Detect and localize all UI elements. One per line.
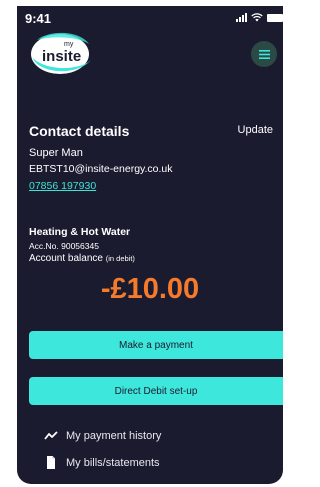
balance-label-text: Account balance — [29, 253, 103, 264]
logo-small-text: my — [64, 41, 74, 48]
document-icon — [47, 456, 55, 469]
update-link[interactable]: Update — [238, 124, 273, 136]
app-screen: 9:41 my insite Contact details Update Su… — [17, 6, 283, 484]
payment-history-link[interactable]: My payment history — [44, 429, 161, 442]
contact-phone-link[interactable]: 07856 197930 — [29, 180, 96, 192]
account-number: Acc.No. 90056345 — [29, 241, 99, 251]
status-icons — [236, 13, 283, 22]
account-title: Heating & Hot Water — [29, 226, 131, 238]
battery-icon — [267, 13, 283, 22]
trend-line-icon — [44, 431, 58, 440]
bills-statements-link[interactable]: My bills/statements — [44, 456, 160, 469]
logo-brand-text: insite — [42, 48, 81, 65]
hamburger-icon — [258, 49, 270, 59]
direct-debit-button[interactable]: Direct Debit set-up — [29, 377, 283, 405]
bills-statements-label: My bills/statements — [66, 456, 160, 469]
balance-amount: -£10.00 — [100, 273, 200, 305]
make-payment-button[interactable]: Make a payment — [29, 331, 283, 359]
account-balance-label: Account balance (in debit) — [29, 253, 135, 264]
menu-button[interactable] — [251, 41, 277, 67]
payment-history-label: My payment history — [66, 429, 162, 442]
contact-email: EBTST10@insite-energy.co.uk — [29, 163, 173, 175]
signal-icon — [236, 13, 247, 22]
status-time: 9:41 — [25, 11, 52, 26]
contact-name: Super Man — [29, 147, 83, 159]
wifi-icon — [251, 13, 263, 22]
contact-details-title: Contact details — [29, 123, 130, 139]
status-bar: 9:41 — [17, 8, 283, 28]
balance-note: (in debit) — [105, 254, 135, 263]
insite-logo: my insite — [31, 32, 91, 74]
